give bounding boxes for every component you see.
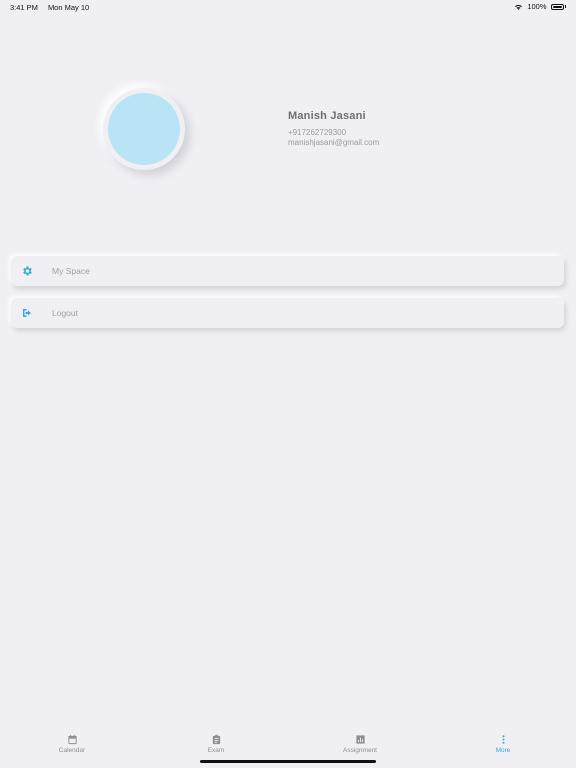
tab-more[interactable]: More [463, 732, 543, 754]
wifi-icon [514, 3, 523, 11]
gear-icon [20, 264, 34, 278]
tab-calendar[interactable]: Calendar [32, 732, 112, 754]
profile-email: manishjasani@gmail.com [288, 138, 380, 147]
bottom-tab-bar: Calendar Exam Assignment More [0, 732, 576, 768]
tab-exam[interactable]: Exam [176, 732, 256, 754]
tab-label: More [495, 747, 511, 754]
profile-name: Manish Jasani [288, 110, 366, 122]
logout-icon [20, 306, 34, 320]
status-bar: 3:41 PM Mon May 10 100% [0, 0, 576, 14]
status-time: 3:41 PM [10, 3, 38, 12]
calendar-icon [67, 732, 78, 746]
status-date: Mon May 10 [47, 3, 90, 12]
menu-item-logout[interactable]: Logout [11, 298, 564, 328]
battery-percent: 100% [527, 2, 547, 11]
bar-chart-icon [355, 732, 366, 746]
tab-assignment[interactable]: Assignment [320, 732, 400, 754]
profile-info: Manish Jasani +917262729300 manishjasani… [288, 110, 379, 148]
avatar [108, 93, 180, 165]
battery-icon [550, 3, 564, 10]
menu-item-my-space[interactable]: My Space [11, 256, 564, 286]
tab-label: Exam [207, 747, 225, 754]
tab-label: Calendar [58, 747, 86, 754]
tab-label: Assignment [343, 747, 377, 754]
profile-phone: +917262729300 [288, 128, 347, 137]
battery-cap [564, 5, 566, 8]
more-vertical-icon [498, 732, 509, 746]
menu-item-label: Logout [52, 308, 78, 318]
avatar-frame[interactable] [103, 88, 185, 170]
home-indicator [200, 760, 376, 763]
clipboard-icon [211, 732, 222, 746]
menu-item-label: My Space [52, 266, 90, 276]
